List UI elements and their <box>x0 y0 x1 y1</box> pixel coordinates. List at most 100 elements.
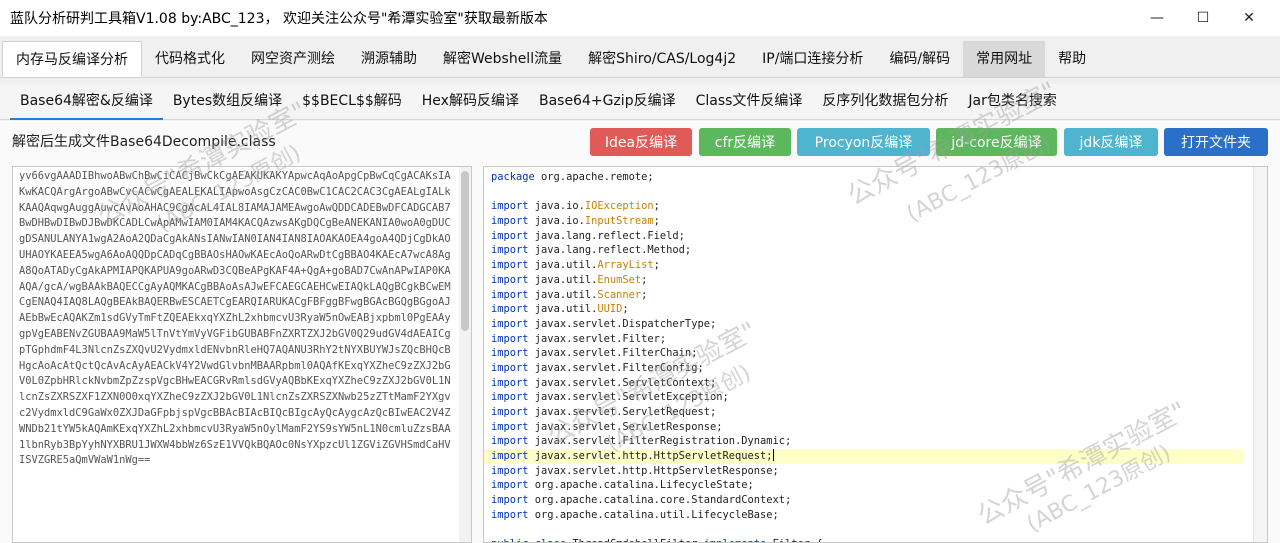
decompiled-code-view[interactable]: package org.apache.remote; import java.io… <box>483 166 1268 543</box>
code-token: javax.servlet.DispatcherType; <box>534 317 717 330</box>
tab-deserialization[interactable]: 反序列化数据包分析 <box>812 84 958 120</box>
code-token: Scanner <box>597 288 642 301</box>
left-scroll-thumb[interactable] <box>461 171 469 331</box>
code-token: import <box>491 508 535 521</box>
code-token: import <box>491 435 535 448</box>
code-token: import <box>491 215 535 228</box>
idea-decompile-button[interactable]: Idea反编译 <box>590 128 692 156</box>
code-token: ; <box>641 288 648 301</box>
code-token: ; <box>653 200 660 213</box>
code-line: public class ThreadCmdshellFilter implem… <box>484 537 1244 542</box>
tab-bytes-decompile[interactable]: Bytes数组反编译 <box>163 84 292 120</box>
menu-shiro-cas-log4j2[interactable]: 解密Shiro/CAS/Log4j2 <box>575 41 749 77</box>
code-token: javax.servlet.FilterRegistration.Dynamic… <box>534 435 792 448</box>
minimize-icon[interactable]: — <box>1134 0 1180 36</box>
code-token: javax.servlet.ServletResponse; <box>534 420 723 433</box>
code-line: import javax.servlet.ServletContext; <box>484 376 1244 391</box>
menu-asset-mapping[interactable]: 网空资产测绘 <box>238 41 348 77</box>
menu-memshell-decompile[interactable]: 内存马反编译分析 <box>2 41 142 77</box>
code-token: package <box>491 171 542 183</box>
code-line: import javax.servlet.ServletRequest; <box>484 405 1244 420</box>
code-token: javax.servlet.http.HttpServletRequest; <box>534 450 773 463</box>
code-line: import javax.servlet.FilterConfig; <box>484 361 1244 376</box>
code-line: import javax.servlet.http.HttpServletRes… <box>484 464 1244 479</box>
code-token: import <box>491 200 535 213</box>
menu-code-format[interactable]: 代码格式化 <box>142 41 238 77</box>
code-token: ArrayList <box>597 259 654 272</box>
text-caret <box>772 449 774 462</box>
code-token: javax.servlet.Filter; <box>534 332 667 345</box>
code-line: import java.util.ArrayList; <box>484 258 1244 273</box>
close-icon[interactable]: ✕ <box>1226 0 1272 36</box>
code-token: import <box>491 361 535 374</box>
code-token: import <box>491 464 535 477</box>
right-scrollbar[interactable] <box>1253 167 1267 542</box>
code-token: javax.servlet.ServletException; <box>534 391 729 404</box>
code-line: import java.lang.reflect.Field; <box>484 229 1244 244</box>
tab-base64-gzip[interactable]: Base64+Gzip反编译 <box>529 84 686 120</box>
jdk-decompile-button[interactable]: jdk反编译 <box>1064 128 1158 156</box>
code-token: javax.servlet.FilterChain; <box>534 347 698 360</box>
output-file-label: 解密后生成文件Base64Decompile.class <box>12 134 276 150</box>
base64-text: yv66vgAAADIBhwoABwChBwCiCACjBwCkCgAEAKUK… <box>19 170 451 467</box>
code-token: java.lang.reflect.Field; <box>534 229 685 242</box>
code-line: import javax.servlet.ServletException; <box>484 390 1244 405</box>
app-window: 蓝队分析研判工具箱V1.08 by:ABC_123， 欢迎关注公众号"希潭实验室… <box>0 0 1280 543</box>
code-line: import org.apache.catalina.core.Standard… <box>484 493 1244 508</box>
code-token: import <box>491 244 535 257</box>
code-token: implements <box>704 538 773 542</box>
menu-encode-decode[interactable]: 编码/解码 <box>876 41 963 77</box>
jdcore-decompile-button[interactable]: jd-core反编译 <box>936 128 1057 156</box>
code-token: org.apache.remote; <box>541 171 654 183</box>
code-token: UUID <box>597 303 623 316</box>
code-line: import java.io.InputStream; <box>484 214 1244 229</box>
code-token: import <box>491 391 535 404</box>
code-line: import javax.servlet.http.HttpServletReq… <box>484 449 1244 464</box>
menu-help[interactable]: 帮助 <box>1045 41 1099 77</box>
open-folder-button[interactable]: 打开文件夹 <box>1164 128 1268 156</box>
code-token: java.util. <box>534 273 598 286</box>
code-token: import <box>491 494 535 507</box>
left-scrollbar[interactable] <box>459 167 471 542</box>
code-token: import <box>491 288 535 301</box>
code-token: ; <box>653 215 660 228</box>
tab-jar-class-search[interactable]: Jar包类名搜索 <box>958 84 1066 120</box>
tab-hex-decompile[interactable]: Hex解码反编译 <box>412 84 529 120</box>
code-token: java.util. <box>534 288 598 301</box>
code-token: import <box>491 229 535 242</box>
procyon-decompile-button[interactable]: Procyon反编译 <box>797 128 930 156</box>
code-token: import <box>491 303 535 316</box>
code-token: InputStream <box>584 215 654 228</box>
menu-common-urls[interactable]: 常用网址 <box>963 41 1046 77</box>
code-token: IOException <box>584 200 654 213</box>
code-token: javax.servlet.ServletRequest; <box>534 406 717 418</box>
maximize-icon[interactable]: ☐ <box>1180 0 1226 36</box>
tab-class-decompile[interactable]: Class文件反编译 <box>686 84 813 120</box>
code-block: package org.apache.remote; import java.io… <box>484 170 1244 542</box>
menu-trace-assist[interactable]: 溯源辅助 <box>348 41 430 77</box>
tab-base64-decompile[interactable]: Base64解密&反编译 <box>10 84 163 120</box>
code-token: ; <box>653 259 660 272</box>
code-line: import javax.servlet.Filter; <box>484 332 1244 347</box>
code-line: import java.util.UUID; <box>484 302 1244 317</box>
code-token: javax.servlet.ServletContext; <box>534 376 717 389</box>
cfr-decompile-button[interactable]: cfr反编译 <box>699 128 791 156</box>
code-token: import <box>491 273 535 286</box>
tab-becl-decode[interactable]: $$BECL$$解码 <box>292 84 412 120</box>
code-token: import <box>491 259 535 272</box>
menu-ip-port-analysis[interactable]: IP/端口连接分析 <box>749 41 876 77</box>
menu-webshell-traffic[interactable]: 解密Webshell流量 <box>430 41 575 77</box>
code-line: package org.apache.remote; <box>484 170 1244 185</box>
code-token: java.io. <box>534 215 585 228</box>
base64-input[interactable]: yv66vgAAADIBhwoABwChBwCiCACjBwCkCgAEAKUK… <box>12 166 472 543</box>
code-token: EnumSet <box>597 273 642 286</box>
code-token: java.lang.reflect.Method; <box>534 244 692 257</box>
code-token: ThreadCmdshellFilter <box>572 538 703 542</box>
code-line: import org.apache.catalina.util.Lifecycl… <box>484 508 1244 523</box>
code-token: import <box>491 317 535 330</box>
code-token: import <box>491 420 535 433</box>
code-token: import <box>491 450 535 463</box>
code-token: Filter { <box>773 538 823 542</box>
code-token: import <box>491 479 535 492</box>
